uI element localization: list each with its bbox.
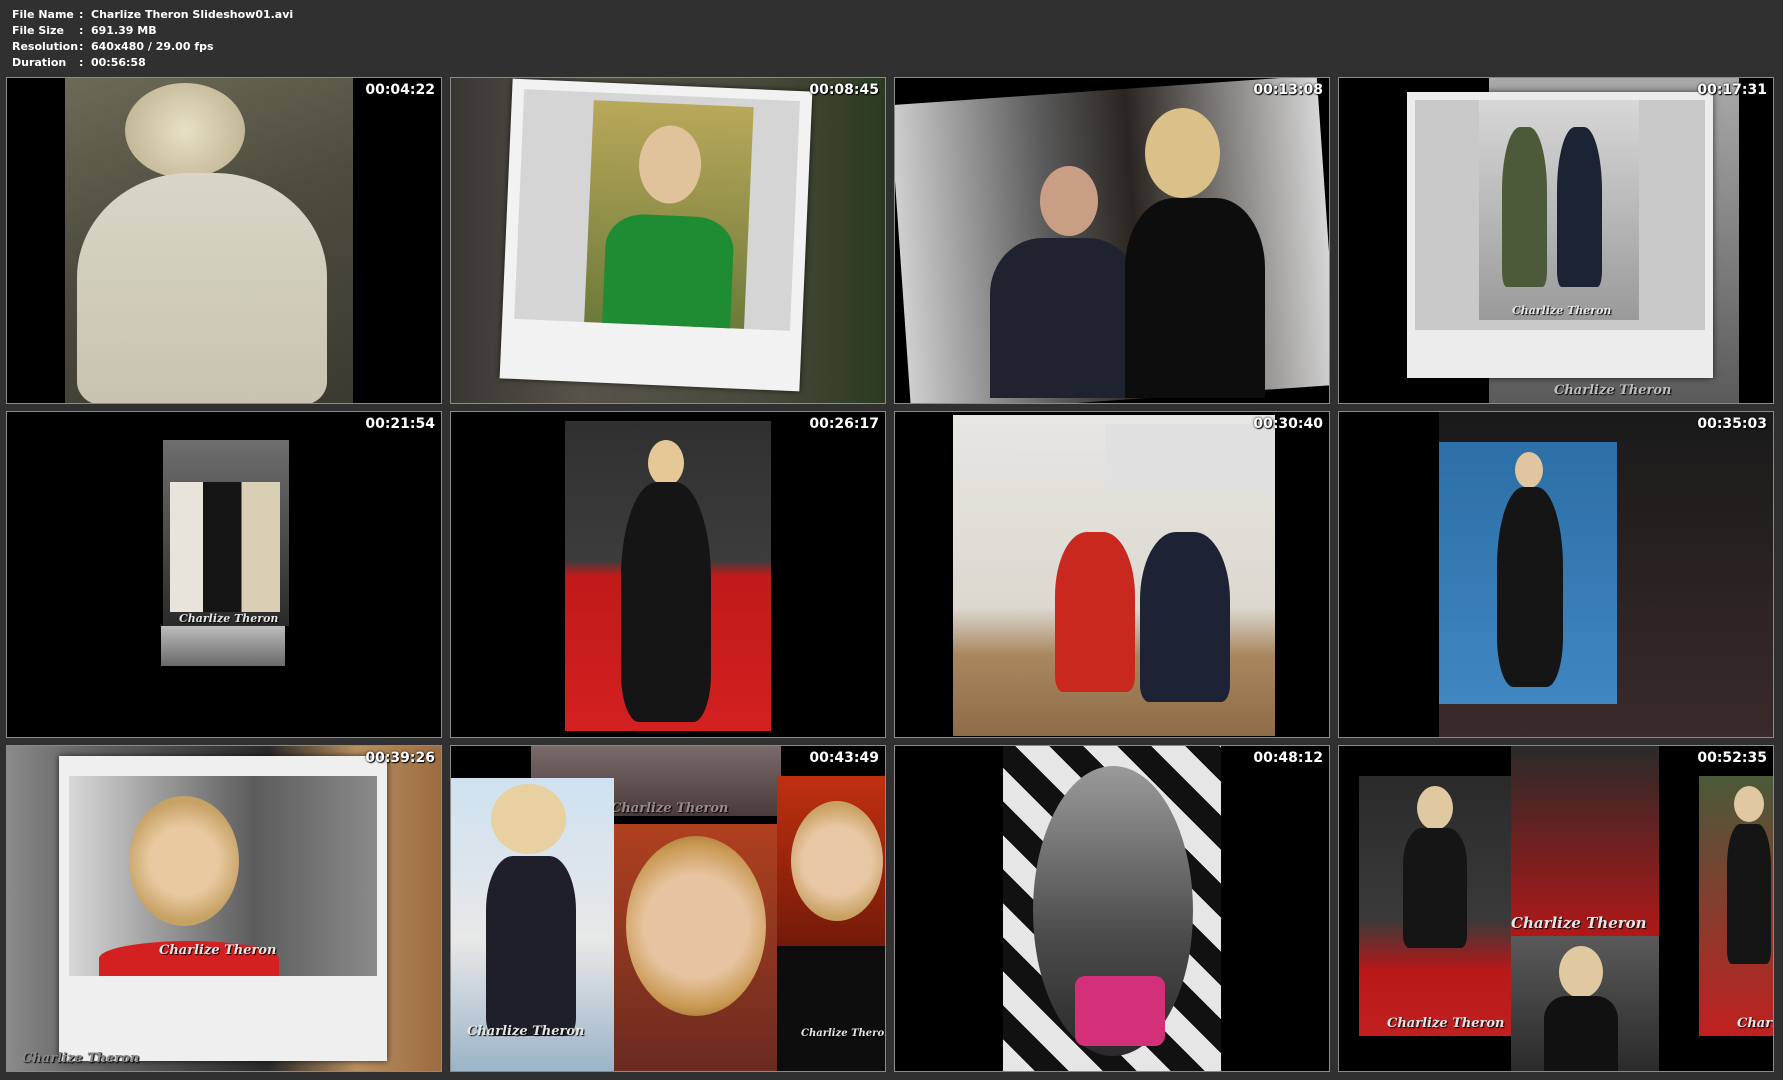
resolution-label: Resolution xyxy=(12,40,79,53)
photo-subject xyxy=(648,440,684,486)
thumbnail-frame[interactable]: 00:30:40 xyxy=(894,411,1330,738)
timestamp: 00:13:08 xyxy=(1253,82,1323,98)
timestamp: 00:52:35 xyxy=(1697,750,1767,766)
thumbnail-frame[interactable]: 00:26:17 xyxy=(450,411,886,738)
watermark: Charlize Theron xyxy=(22,1051,140,1066)
thumbnail-frame[interactable]: 00:13:08 xyxy=(894,77,1330,404)
file-name-row: File Name : Charlize Theron Slideshow01.… xyxy=(12,7,293,23)
separator: : xyxy=(79,56,84,69)
watermark: Charlize Theron xyxy=(1511,914,1647,932)
photo-subject xyxy=(1559,946,1603,998)
photo-frame xyxy=(499,78,813,392)
separator: : xyxy=(79,24,84,37)
timestamp: 00:17:31 xyxy=(1697,82,1767,98)
watermark: Charlize Theron xyxy=(467,1024,585,1039)
photo-subject xyxy=(1727,824,1771,964)
separator: : xyxy=(79,40,84,53)
watermark: Charlize Theron xyxy=(179,612,279,625)
resolution-value: 640x480 / 29.00 fps xyxy=(91,40,214,53)
file-size-label: File Size xyxy=(12,24,64,37)
photo-subject xyxy=(791,801,883,921)
thumbnail-frame[interactable]: Charlize Theron Charlize Theron Charlize… xyxy=(1338,745,1774,1072)
file-size-value: 691.39 MB xyxy=(91,24,157,37)
thumbnail-frame[interactable]: 00:35:03 xyxy=(1338,411,1774,738)
photo-subject xyxy=(170,482,280,612)
timestamp: 00:30:40 xyxy=(1253,416,1323,432)
thumbnail-frame[interactable]: Charlize Theron Charlize Theron Charlize… xyxy=(450,745,886,1072)
photo-subject xyxy=(777,946,885,1071)
watermark: Charlize Theron xyxy=(1387,1016,1505,1031)
photo-subject xyxy=(990,238,1140,398)
thumbnail-frame[interactable]: Charlize Theron 00:21:54 xyxy=(6,411,442,738)
photo-subject xyxy=(1055,532,1135,692)
photo-subject xyxy=(486,856,576,1036)
photo-frame: Charlize Theron xyxy=(59,756,387,1061)
timestamp: 00:21:54 xyxy=(365,416,435,432)
photo-subject xyxy=(125,83,245,178)
photo xyxy=(161,626,285,666)
photo-subject xyxy=(1140,532,1230,702)
thumbnail-frame[interactable]: 00:04:22 xyxy=(6,77,442,404)
watermark: Charlize Theron xyxy=(1554,383,1672,398)
photo-subject xyxy=(77,173,327,403)
timestamp: 00:48:12 xyxy=(1253,750,1323,766)
thumbnail-grid: 00:04:22 00:08:45 00:13:08 Charlize Ther… xyxy=(6,77,1778,1075)
timestamp: 00:04:22 xyxy=(365,82,435,98)
photo xyxy=(1511,746,1659,936)
photo-subject xyxy=(1145,108,1220,198)
watermark: Charlize Theron xyxy=(1512,304,1612,317)
timestamp: 00:08:45 xyxy=(809,82,879,98)
photo-subject xyxy=(602,212,735,329)
thumbnail-frame[interactable]: Charlize Theron Charlize Theron 00:39:26 xyxy=(6,745,442,1072)
thumbnail-frame[interactable]: Charlize Theron Charlize Theron 00:17:31 xyxy=(1338,77,1774,404)
photo-subject xyxy=(1515,452,1543,488)
photo-backdrop xyxy=(1105,424,1275,494)
photo-subject xyxy=(1557,127,1602,287)
timestamp: 00:43:49 xyxy=(809,750,879,766)
timestamp: 00:39:26 xyxy=(365,750,435,766)
file-name-label: File Name xyxy=(12,8,74,21)
watermark: Charlize Theron xyxy=(159,943,277,958)
watermark: Charlize Theron xyxy=(1737,1016,1773,1031)
watermark: Charlize Theron xyxy=(611,801,729,816)
photo-subject xyxy=(1125,198,1265,398)
photo-subject xyxy=(1502,127,1547,287)
watermark: Charlize Theron xyxy=(801,1028,886,1039)
file-name-value: Charlize Theron Slideshow01.avi xyxy=(91,8,294,21)
file-size-row: File Size : 691.39 MB xyxy=(12,23,293,39)
photo-subject xyxy=(1417,786,1453,830)
photo-frame: Charlize Theron xyxy=(1407,92,1713,378)
photo-subject xyxy=(1497,487,1563,687)
timestamp: 00:35:03 xyxy=(1697,416,1767,432)
photo-subject xyxy=(1734,786,1764,822)
duration-label: Duration xyxy=(12,56,67,69)
photo-subject xyxy=(1544,996,1618,1071)
photo-subject xyxy=(621,482,711,722)
photo-subject xyxy=(626,836,766,1016)
thumbnail-frame[interactable]: 00:08:45 xyxy=(450,77,886,404)
photo-subject xyxy=(1403,828,1467,948)
duration-value: 00:56:58 xyxy=(91,56,146,69)
photo-subject xyxy=(491,784,566,854)
photo-subject xyxy=(1040,166,1098,236)
timestamp: 00:26:17 xyxy=(809,416,879,432)
photo-subject xyxy=(1075,976,1165,1046)
duration-row: Duration : 00:56:58 xyxy=(12,55,293,71)
file-info-panel: File Name : Charlize Theron Slideshow01.… xyxy=(12,7,293,71)
thumbnail-frame[interactable]: 00:48:12 xyxy=(894,745,1330,1072)
photo-subject xyxy=(129,796,239,926)
separator: : xyxy=(79,8,84,21)
resolution-row: Resolution : 640x480 / 29.00 fps xyxy=(12,39,293,55)
